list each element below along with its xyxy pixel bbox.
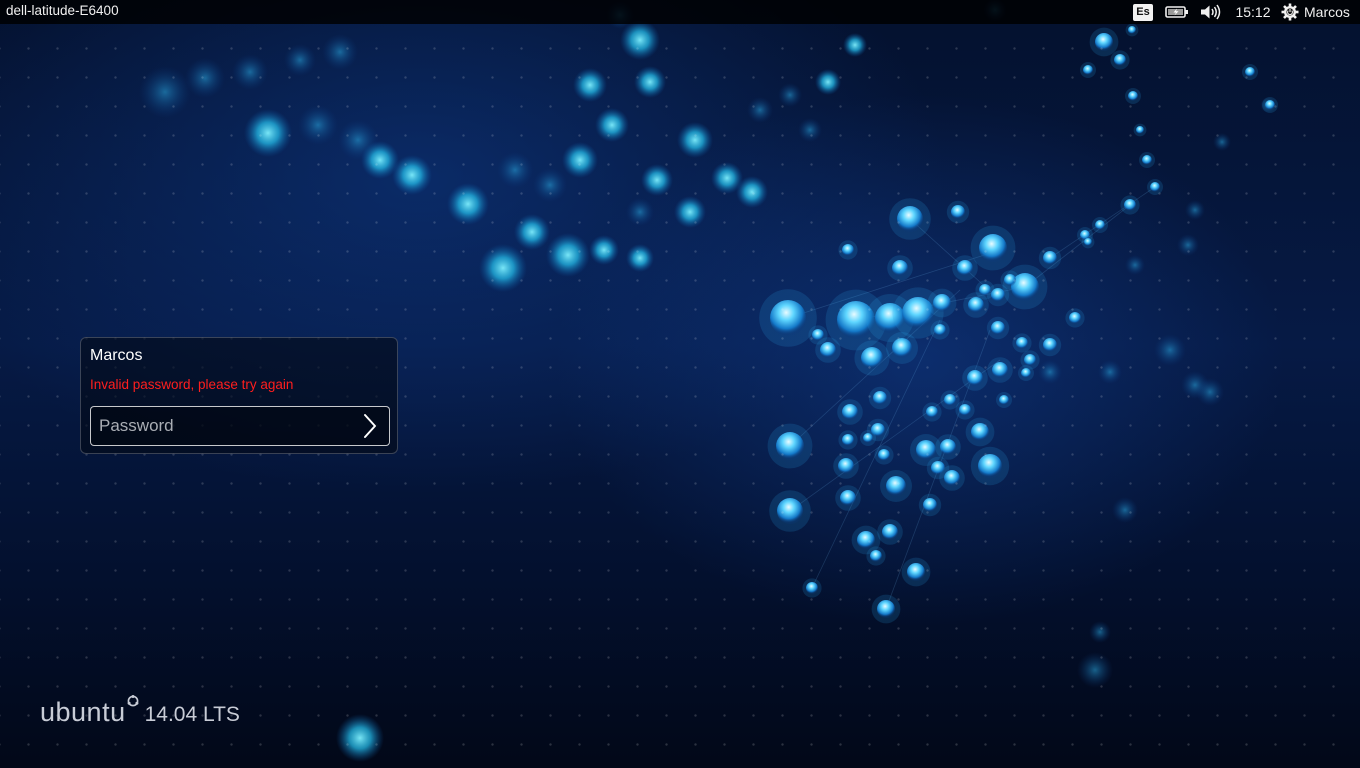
droplet (892, 338, 912, 358)
droplet (951, 205, 965, 219)
session-user-label[interactable]: Marcos (1304, 0, 1356, 24)
droplet (1150, 182, 1160, 192)
droplet (1043, 338, 1057, 352)
droplet (1114, 54, 1126, 66)
droplet (1265, 100, 1275, 110)
droplet (957, 260, 973, 276)
clock[interactable]: 15:12 (1232, 0, 1274, 24)
speaker-volume-icon (1201, 4, 1221, 20)
droplet (926, 406, 938, 418)
droplet (934, 324, 946, 336)
login-box: Marcos Invalid password, please try agai… (80, 337, 398, 454)
droplet (1083, 65, 1093, 75)
clock-label: 15:12 (1235, 4, 1271, 20)
droplet (776, 432, 804, 460)
ubuntu-version: 14.04 LTS (144, 703, 240, 726)
ubuntu-logo: ubuntu 14.04 LTS (40, 695, 240, 728)
droplet (861, 347, 883, 369)
droplet (812, 329, 824, 341)
error-message: Invalid password, please try again (90, 377, 294, 392)
keyboard-layout-label: Es (1133, 3, 1153, 21)
ubuntu-wordmark: ubuntu (40, 697, 126, 727)
droplet (1024, 354, 1036, 366)
droplet (1004, 274, 1016, 286)
sound-indicator[interactable] (1198, 0, 1222, 24)
droplet (991, 321, 1005, 335)
droplet (1084, 238, 1092, 246)
droplet (877, 600, 895, 618)
droplet (1124, 199, 1136, 211)
droplet (777, 498, 803, 524)
droplet (971, 423, 989, 441)
droplet (1128, 26, 1136, 34)
droplet (842, 434, 854, 446)
chevron-right-icon (364, 414, 376, 438)
droplet (999, 395, 1009, 405)
droplet (842, 404, 858, 420)
droplet (1069, 312, 1081, 324)
droplet (863, 433, 873, 443)
user-name[interactable]: Marcos (90, 347, 142, 365)
login-submit-button[interactable] (357, 413, 383, 439)
login-screen: dell-latitude-E6400 Es 15:12 Marcos Marc… (0, 0, 1360, 768)
droplet (892, 260, 908, 276)
droplet (968, 297, 984, 313)
droplet (967, 370, 983, 386)
droplet (886, 476, 906, 496)
droplet (806, 582, 818, 594)
droplet (992, 362, 1008, 378)
keyboard-layout-indicator[interactable]: Es (1132, 0, 1154, 24)
droplet (940, 439, 956, 455)
droplet (1128, 91, 1138, 101)
password-field (90, 406, 390, 446)
droplet (979, 284, 991, 296)
droplet (907, 563, 925, 581)
droplet (979, 234, 1007, 262)
droplet (1016, 337, 1028, 349)
ubuntu-circle-of-friends-icon (127, 695, 138, 707)
droplet (978, 454, 1002, 478)
droplet (1043, 251, 1057, 265)
droplet (933, 294, 951, 312)
gear-power-icon (1281, 3, 1299, 21)
droplet (770, 300, 806, 336)
droplet (944, 394, 956, 406)
droplet (959, 404, 971, 416)
password-input[interactable] (91, 407, 351, 445)
droplet (1021, 368, 1031, 378)
droplet (916, 440, 936, 460)
droplet (870, 550, 882, 562)
droplet (820, 342, 836, 358)
droplet (873, 391, 887, 405)
droplet (1095, 220, 1105, 230)
droplet (840, 490, 856, 506)
battery-indicator[interactable] (1164, 0, 1190, 24)
droplet (1245, 67, 1255, 77)
droplet (1095, 33, 1113, 51)
top-panel: dell-latitude-E6400 Es 15:12 Marcos (0, 0, 1360, 24)
hostname-label: dell-latitude-E6400 (6, 3, 119, 18)
droplet (923, 498, 937, 512)
battery-plugged-icon (1165, 6, 1188, 18)
droplet (944, 470, 960, 486)
droplet (882, 524, 898, 540)
droplet (878, 449, 890, 461)
droplet (1142, 155, 1152, 165)
droplet (1136, 126, 1144, 134)
droplet (897, 206, 923, 232)
droplet (842, 244, 854, 256)
droplet (857, 531, 875, 549)
droplet (838, 458, 854, 474)
session-menu-indicator[interactable] (1280, 0, 1300, 24)
